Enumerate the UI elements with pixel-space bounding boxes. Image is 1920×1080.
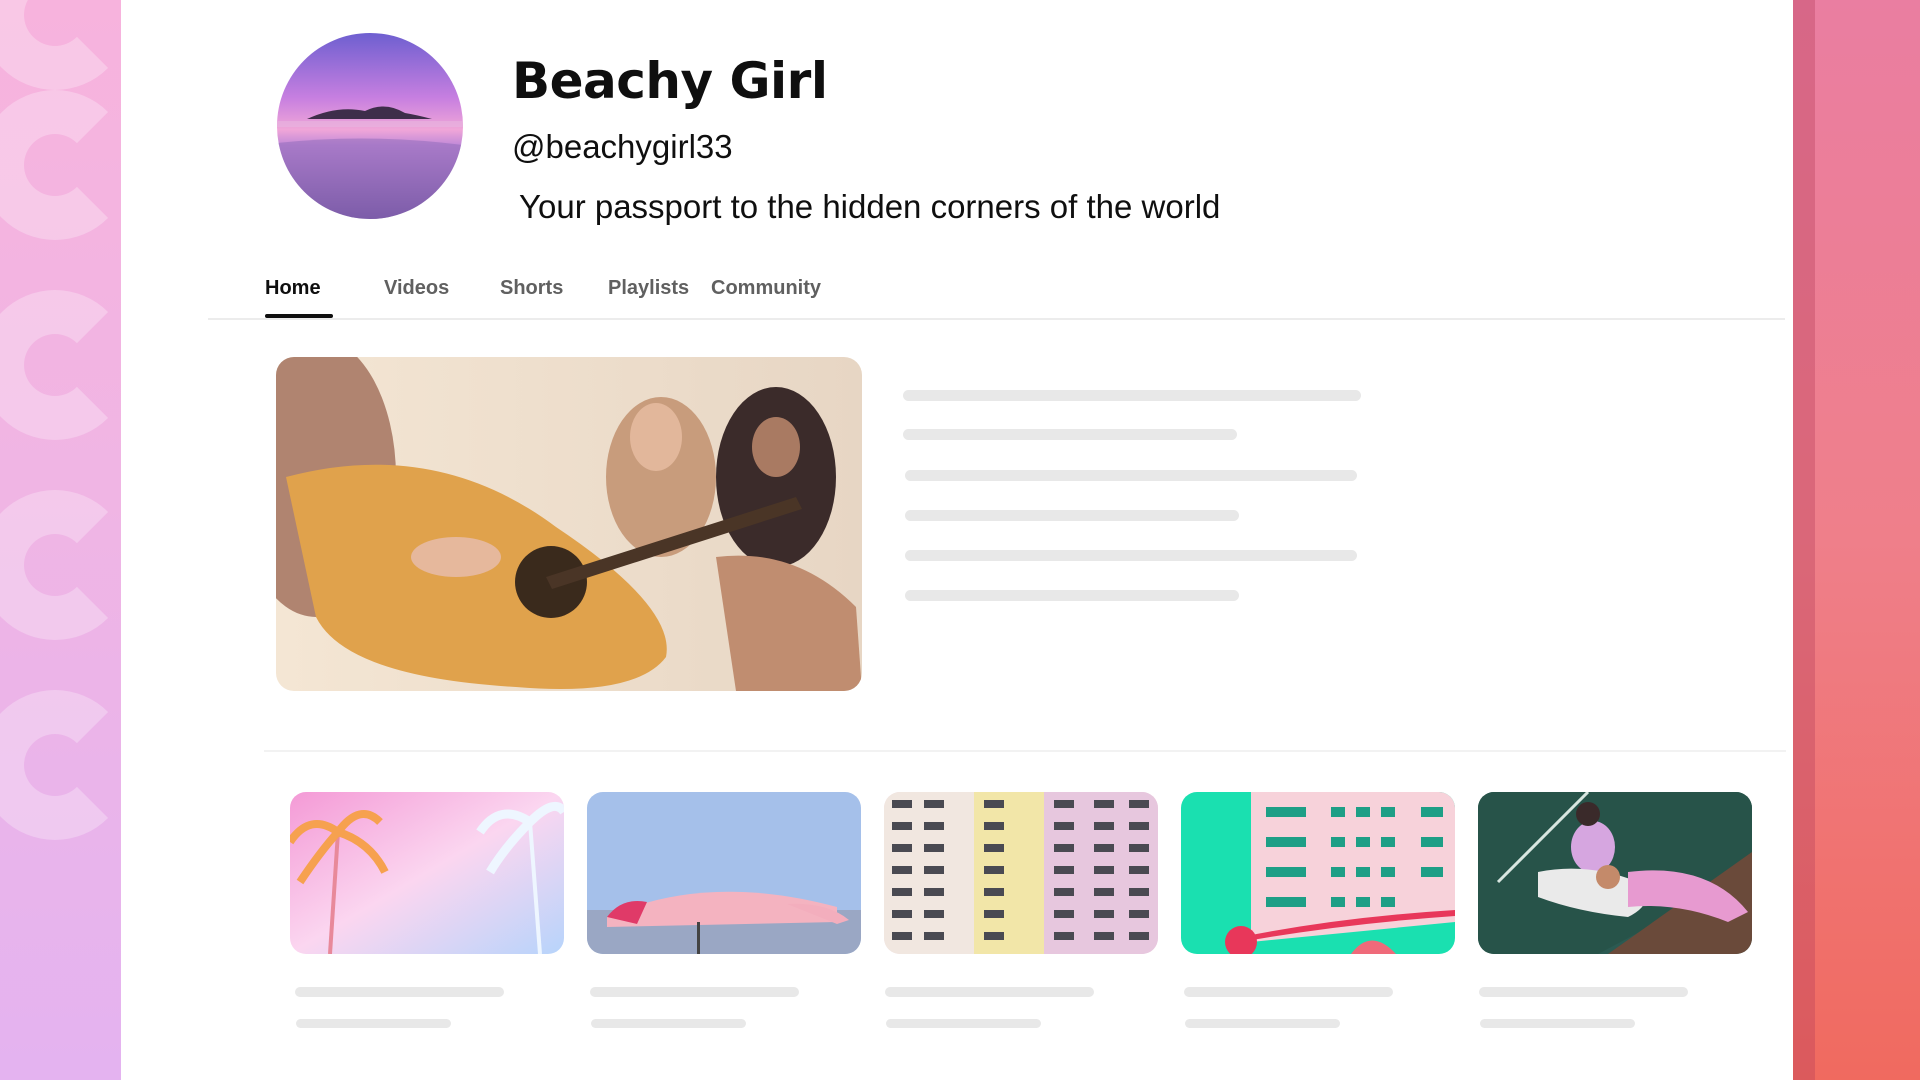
text-placeholder [905, 590, 1239, 601]
text-placeholder [296, 1019, 451, 1028]
text-placeholder [591, 1019, 746, 1028]
text-placeholder [1184, 987, 1393, 997]
video-thumbnail[interactable] [587, 792, 861, 954]
video-thumbnail[interactable] [884, 792, 1158, 954]
text-placeholder [1185, 1019, 1340, 1028]
channel-name: Beachy Girl [512, 52, 828, 110]
text-placeholder [905, 550, 1357, 561]
tab-videos[interactable]: Videos [384, 277, 449, 300]
video-thumbnail[interactable] [1478, 792, 1752, 954]
text-placeholder [1480, 1019, 1635, 1028]
tab-playlists[interactable]: Playlists [608, 277, 689, 300]
channel-page: Beachy Girl @beachygirl33 Your passport … [121, 0, 1793, 1080]
text-placeholder [1479, 987, 1688, 997]
right-background [1793, 0, 1920, 1080]
section-divider [264, 750, 1786, 752]
channel-tabs: Home Videos Shorts Playlists Community [208, 260, 1785, 320]
video-title-placeholder [903, 390, 1361, 401]
text-placeholder [905, 470, 1357, 481]
tab-shorts[interactable]: Shorts [500, 277, 563, 300]
tab-community[interactable]: Community [711, 277, 821, 300]
channel-avatar[interactable] [277, 33, 463, 219]
channel-description: Your passport to the hidden corners of t… [519, 188, 1221, 225]
featured-video-thumbnail[interactable] [276, 357, 862, 691]
active-tab-indicator [265, 314, 333, 318]
channel-handle: @beachygirl33 [512, 128, 733, 165]
text-placeholder [903, 429, 1237, 440]
text-placeholder [590, 987, 799, 997]
text-placeholder [885, 987, 1094, 997]
text-placeholder [886, 1019, 1041, 1028]
left-background [0, 0, 121, 1080]
video-thumbnail[interactable] [290, 792, 564, 954]
text-placeholder [295, 987, 504, 997]
text-placeholder [905, 510, 1239, 521]
tab-home[interactable]: Home [265, 277, 321, 300]
video-thumbnail[interactable] [1181, 792, 1455, 954]
